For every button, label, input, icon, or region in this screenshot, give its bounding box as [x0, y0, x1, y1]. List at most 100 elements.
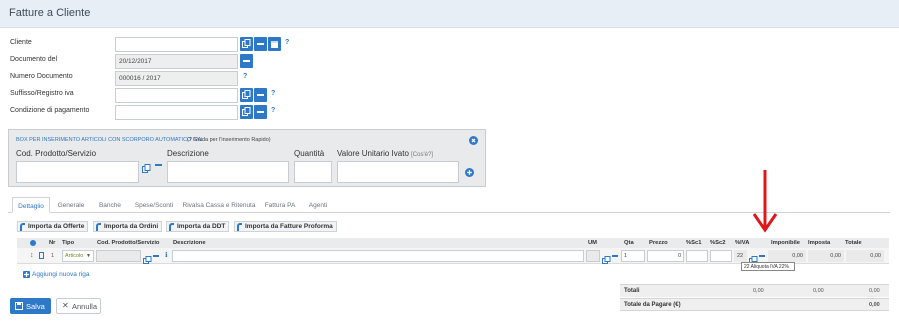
row-imponibile: 0,00 [768, 250, 806, 262]
col-um: UM [588, 240, 598, 246]
numero-help-icon[interactable]: ? [243, 73, 247, 80]
row-descrizione-input[interactable] [172, 250, 584, 262]
quick-insert-box: BOX PER INSERIMENTO ARTICOLI CON SCORPOR… [8, 129, 486, 187]
cose-link[interactable]: [Cos'è?] [411, 152, 433, 158]
row-imposta: 0,00 [808, 250, 844, 262]
settings-icon[interactable] [30, 240, 36, 246]
documento-date-field[interactable]: 20/12/2017 [115, 54, 238, 69]
col-imposta: Imposta [808, 240, 831, 246]
tab-agenti[interactable]: Agenti [302, 197, 334, 213]
row-iva-input[interactable]: 22 [734, 250, 747, 262]
suffisso-remove-button[interactable] [254, 88, 267, 102]
tab-spese-sconti[interactable]: Spese/Sconti [130, 197, 178, 213]
row-sc2-input[interactable] [710, 250, 732, 262]
row-prezzo-input[interactable]: 0 [647, 250, 684, 262]
totali-imposta: 0,00 [813, 288, 824, 294]
col-tipo: Tipo [62, 240, 75, 246]
suffisso-label: Suffisso/Registro iva [10, 90, 74, 97]
info-icon[interactable]: ℹ [165, 251, 168, 259]
suffisso-help-icon[interactable]: ? [271, 90, 275, 97]
close-icon[interactable] [469, 136, 478, 145]
col-iva: %IVA [735, 240, 750, 246]
box-valore-label: Valore Unitario Ivato [Cos'è?] [337, 149, 433, 158]
tab-generale[interactable]: Generale [52, 197, 90, 213]
col-nr: Nr [49, 240, 56, 246]
col-sc1: %Sc1 [686, 240, 702, 246]
row-nr: 1 [51, 253, 55, 259]
totali-label: Totali [624, 288, 640, 294]
save-icon [15, 302, 23, 310]
condizione-input[interactable] [115, 105, 238, 120]
remove-button[interactable] [254, 37, 267, 51]
tipo-select[interactable]: Articolo ▼ [62, 250, 94, 262]
box-title: BOX PER INSERIMENTO ARTICOLI CON SCORPOR… [16, 137, 203, 143]
trash-icon[interactable] [39, 252, 44, 259]
row-sc1-input[interactable] [686, 250, 708, 262]
row-um-input[interactable] [586, 250, 600, 262]
numero-documento-field[interactable]: 000016 / 2017 [115, 71, 238, 86]
pagare-label: Totale da Pagare (€) [624, 302, 681, 308]
drag-handle-icon[interactable]: ↕ [30, 252, 34, 259]
col-sc2: %Sc2 [710, 240, 726, 246]
minus-icon [257, 94, 264, 96]
red-arrow-icon [752, 170, 778, 233]
cliente-input[interactable] [115, 37, 238, 52]
minus-icon [257, 111, 264, 113]
box-cod-label: Cod. Prodotto/Servizio [16, 149, 97, 158]
import-ddt-button[interactable]: Importa da DDT [166, 221, 230, 232]
row-cod-input[interactable] [96, 250, 141, 262]
copy-button[interactable] [240, 37, 253, 51]
box-qty-input[interactable] [294, 161, 332, 183]
box-minus-icon[interactable] [155, 164, 162, 166]
save-label: Salva [26, 302, 45, 311]
suffisso-copy-button[interactable] [240, 88, 253, 102]
cancel-button[interactable]: ✕ Annulla [56, 298, 101, 314]
pagare-value: 0,00 [869, 302, 880, 308]
page-title: Fatture a Cliente [9, 7, 91, 19]
minus-icon [257, 43, 264, 45]
tab-dettaglio[interactable]: Dettaglio [12, 197, 50, 213]
numero-label: Numero Documento [10, 73, 73, 80]
row-qta-input[interactable]: 1 [621, 250, 645, 262]
close-x-icon: ✕ [62, 301, 69, 310]
col-prezzo: Prezzo [649, 240, 668, 246]
add-row-link[interactable]: Aggiungi nuova riga [32, 271, 89, 278]
tab-fattura-pa[interactable]: Fattura PA [260, 197, 300, 213]
box-guide-link[interactable]: (? Guida per l'inserimento Rapido) [187, 137, 271, 143]
box-valore-input[interactable] [337, 161, 459, 183]
tab-rivalsa[interactable]: Rivalsa Cassa e Ritenuta [180, 197, 258, 213]
um-copy-icon[interactable] [602, 252, 611, 270]
save-button[interactable]: Salva [10, 298, 51, 314]
row-minus-icon[interactable] [153, 255, 159, 257]
box-copy-icon[interactable] [142, 161, 152, 179]
box-desc-input[interactable] [167, 161, 289, 183]
box-qty-label: Quantità [294, 149, 325, 158]
col-cod: Cod. Prodotto/Servizio [97, 240, 160, 246]
copy-icon [242, 107, 251, 116]
import-ordini-label: Importa da Ordini [104, 223, 159, 230]
row-copy-icon[interactable] [143, 252, 152, 270]
copy-icon [242, 90, 251, 99]
row-totale: 0,00 [846, 250, 884, 262]
calendar-button[interactable] [268, 37, 281, 51]
tab-banche[interactable]: Banche [92, 197, 128, 213]
import-proforma-button[interactable]: Importa da Fatture Proforma [234, 221, 337, 232]
tipo-value: Articolo [65, 253, 84, 259]
col-descrizione: Descrizione [173, 240, 206, 246]
um-minus-icon[interactable] [612, 255, 618, 257]
import-offerte-button[interactable]: Importa da Offerte [17, 221, 89, 232]
cliente-help-icon[interactable]: ? [285, 39, 289, 46]
totali-totale: 0,00 [869, 288, 880, 294]
documento-remove-button[interactable] [240, 54, 253, 68]
condizione-remove-button[interactable] [254, 105, 267, 119]
condizione-copy-button[interactable] [240, 105, 253, 119]
import-offerte-label: Importa da Offerte [28, 223, 85, 230]
import-ordini-button[interactable]: Importa da Ordini [93, 221, 163, 232]
box-cod-input[interactable] [16, 161, 139, 183]
suffisso-input[interactable] [115, 88, 238, 103]
iva-minus-icon[interactable] [759, 255, 765, 257]
add-icon[interactable] [465, 168, 474, 177]
import-proforma-label: Importa da Fatture Proforma [245, 223, 333, 230]
add-row-icon[interactable] [23, 271, 30, 278]
condizione-help-icon[interactable]: ? [271, 107, 275, 114]
